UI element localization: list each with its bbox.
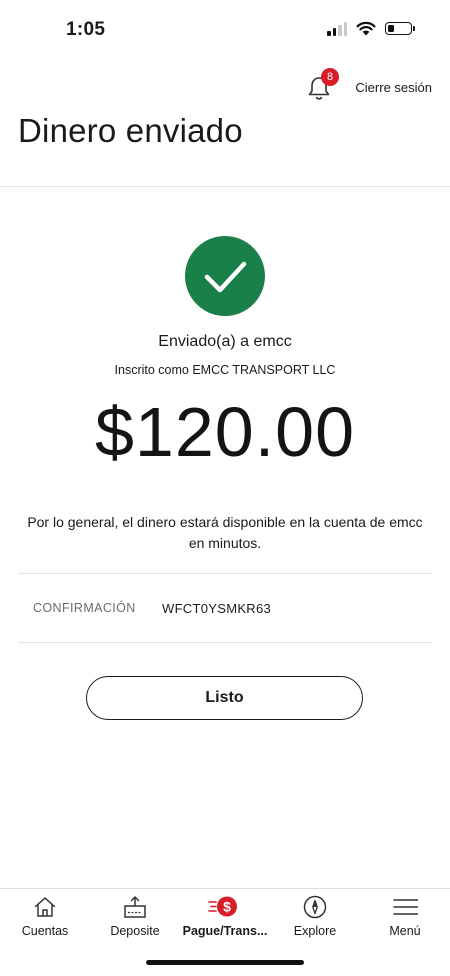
pay-transfer-icon: $ bbox=[208, 896, 237, 917]
wifi-icon bbox=[356, 21, 376, 36]
status-bar: 1:05 bbox=[0, 0, 450, 56]
compass-icon bbox=[303, 895, 327, 919]
svg-text:$: $ bbox=[223, 899, 231, 915]
nav-item-menu[interactable]: Menú bbox=[360, 889, 450, 949]
menu-icon bbox=[393, 899, 418, 915]
home-icon bbox=[34, 897, 56, 917]
signout-link[interactable]: Cierre sesión bbox=[355, 80, 432, 95]
nav-item-deposite[interactable]: Deposite bbox=[90, 889, 180, 949]
nav-item-cuentas[interactable]: Cuentas bbox=[0, 889, 90, 949]
nav-label-cuentas: Cuentas bbox=[21, 924, 69, 938]
header-divider bbox=[0, 186, 450, 187]
deposit-icon bbox=[124, 896, 146, 918]
battery-level bbox=[388, 25, 394, 32]
cellular-signal-icon bbox=[327, 21, 347, 36]
battery-icon bbox=[385, 22, 415, 35]
status-time: 1:05 bbox=[66, 19, 106, 40]
recipient-heading: Enviado(a) a emcc bbox=[158, 333, 292, 350]
page-title: Dinero enviado bbox=[18, 112, 243, 149]
confirmation-code: WFCT0YSMKR63 bbox=[162, 601, 272, 616]
nav-item-explore[interactable]: Explore bbox=[270, 889, 360, 949]
nav-label-deposite: Deposite bbox=[110, 924, 160, 938]
notification-badge: 8 bbox=[321, 68, 339, 86]
home-indicator[interactable] bbox=[146, 960, 304, 965]
status-icons bbox=[327, 21, 415, 36]
amount-sent: $120.00 bbox=[94, 393, 356, 471]
done-button[interactable]: Listo bbox=[86, 676, 363, 720]
nav-label-explore: Explore bbox=[293, 924, 337, 938]
nav-label-menu: Menú bbox=[389, 924, 421, 938]
notifications-button[interactable]: 8 bbox=[306, 68, 339, 102]
nav-label-pague-trans: Pague/Trans... bbox=[182, 924, 268, 938]
divider bbox=[18, 573, 432, 574]
confirmation-label: CONFIRMACIÓN bbox=[33, 601, 136, 615]
nav-item-pague-trans[interactable]: $ Pague/Trans... bbox=[180, 889, 270, 949]
success-check-icon bbox=[185, 236, 265, 316]
divider bbox=[18, 642, 432, 643]
recipient-enrolled-name: Inscrito como EMCC TRANSPORT LLC bbox=[114, 363, 336, 377]
availability-note: Por lo general, el dinero estará disponi… bbox=[27, 514, 423, 551]
